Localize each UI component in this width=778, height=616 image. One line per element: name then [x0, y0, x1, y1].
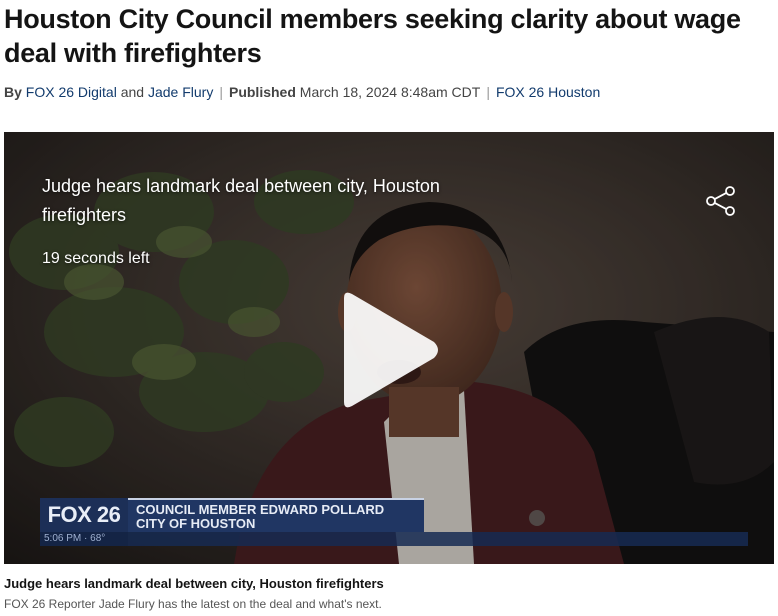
time-left: 19 seconds left: [42, 250, 150, 267]
and-label: and: [120, 84, 145, 100]
byline-divider: |: [219, 84, 223, 100]
lower-third: FOX 26 COUNCIL MEMBER EDWARD POLLARD CIT…: [40, 498, 748, 550]
article-headline: Houston City Council members seeking cla…: [4, 4, 741, 68]
author-link-fox26-digital[interactable]: FOX 26 Digital: [26, 84, 117, 100]
share-icon[interactable]: [704, 184, 738, 218]
speaker-name: COUNCIL MEMBER EDWARD POLLARD: [136, 502, 385, 517]
video-player[interactable]: Judge hears landmark deal between city, …: [4, 132, 774, 564]
byline-divider: |: [486, 84, 490, 100]
broadcast-time: 5:06 PM · 68°: [40, 532, 128, 546]
source-link[interactable]: FOX 26 Houston: [496, 84, 600, 100]
video-title: Judge hears landmark deal between city, …: [42, 176, 440, 225]
fox26-logo: FOX 26: [40, 498, 128, 532]
speaker-affiliation: CITY OF HOUSTON: [136, 516, 256, 531]
video-caption-title: Judge hears landmark deal between city, …: [4, 576, 384, 591]
by-label: By: [4, 84, 22, 100]
ticker-bar: [128, 532, 748, 546]
lower-third-name: COUNCIL MEMBER EDWARD POLLARD CITY OF HO…: [128, 498, 424, 532]
play-icon: [344, 292, 438, 408]
author-link-jade-flury[interactable]: Jade Flury: [148, 84, 213, 100]
video-caption-text: FOX 26 Reporter Jade Flury has the lates…: [4, 597, 382, 611]
byline: By FOX 26 Digital and Jade Flury | Publish…: [4, 84, 600, 100]
play-button[interactable]: [334, 290, 444, 410]
publish-date: March 18, 2024 8:48am CDT: [299, 84, 481, 100]
published-label: Published: [228, 84, 296, 100]
